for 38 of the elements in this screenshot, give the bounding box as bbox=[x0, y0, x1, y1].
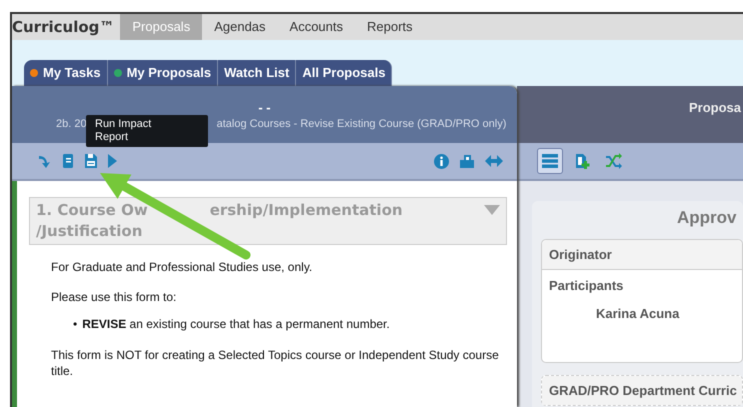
notebook-icon[interactable] bbox=[62, 153, 74, 169]
section-title: ership/Implementation bbox=[210, 200, 403, 221]
form-subtitle: 2b. 20 bbox=[56, 117, 87, 132]
double-arrow-icon[interactable] bbox=[485, 155, 503, 167]
tab[interactable]: All Proposals bbox=[296, 60, 392, 86]
step-title: Originator bbox=[542, 240, 742, 270]
list-button[interactable] bbox=[537, 148, 563, 174]
bullet-marker: • bbox=[73, 316, 78, 333]
play-icon[interactable] bbox=[108, 154, 117, 168]
form-subtitle: atalog Courses - Revise Existing Course (GRAD/PRO only) bbox=[216, 117, 506, 132]
bullet-text: REVISE an existing course that has a permanent number. bbox=[82, 316, 390, 333]
approval-title: Approv bbox=[676, 207, 738, 229]
step-title: GRAD/PRO Department Curric bbox=[542, 376, 742, 405]
app-logo: Curriculog™ bbox=[12, 17, 116, 38]
tab[interactable]: My Tasks bbox=[24, 60, 108, 86]
list-icon bbox=[542, 153, 558, 169]
tab[interactable]: My Proposals bbox=[108, 60, 218, 86]
panel-title: Proposa bbox=[689, 100, 742, 115]
tab[interactable]: Watch List bbox=[218, 60, 296, 86]
paragraph: Please use this form to: bbox=[51, 289, 178, 305]
section-title: /Justification bbox=[36, 221, 142, 242]
add-file-icon bbox=[574, 153, 590, 169]
collapse-caret-icon[interactable] bbox=[484, 205, 500, 215]
info-icon[interactable] bbox=[434, 154, 449, 168]
printer-icon[interactable] bbox=[459, 154, 475, 168]
paragraph: This form is NOT for creating a Selected Topics course or Independent Study course title. bbox=[51, 347, 500, 379]
proposal-title: - - bbox=[257, 100, 272, 116]
section-title: 1. Course Ow bbox=[36, 200, 148, 221]
shuffle-icon bbox=[606, 153, 622, 169]
tooltip: Run Impact Report bbox=[86, 115, 208, 147]
participants-label: Participants bbox=[548, 277, 624, 295]
nav-link[interactable]: Accounts bbox=[278, 14, 356, 40]
curved-arrow-icon[interactable] bbox=[38, 153, 52, 169]
paragraph: For Graduate and Professional Studies use, only. bbox=[51, 259, 314, 275]
nav-link[interactable]: Agendas bbox=[202, 14, 278, 40]
save-icon[interactable] bbox=[84, 153, 98, 169]
nav-link[interactable]: Reports bbox=[355, 14, 425, 40]
participant-name: Karina Acuna bbox=[595, 304, 680, 322]
